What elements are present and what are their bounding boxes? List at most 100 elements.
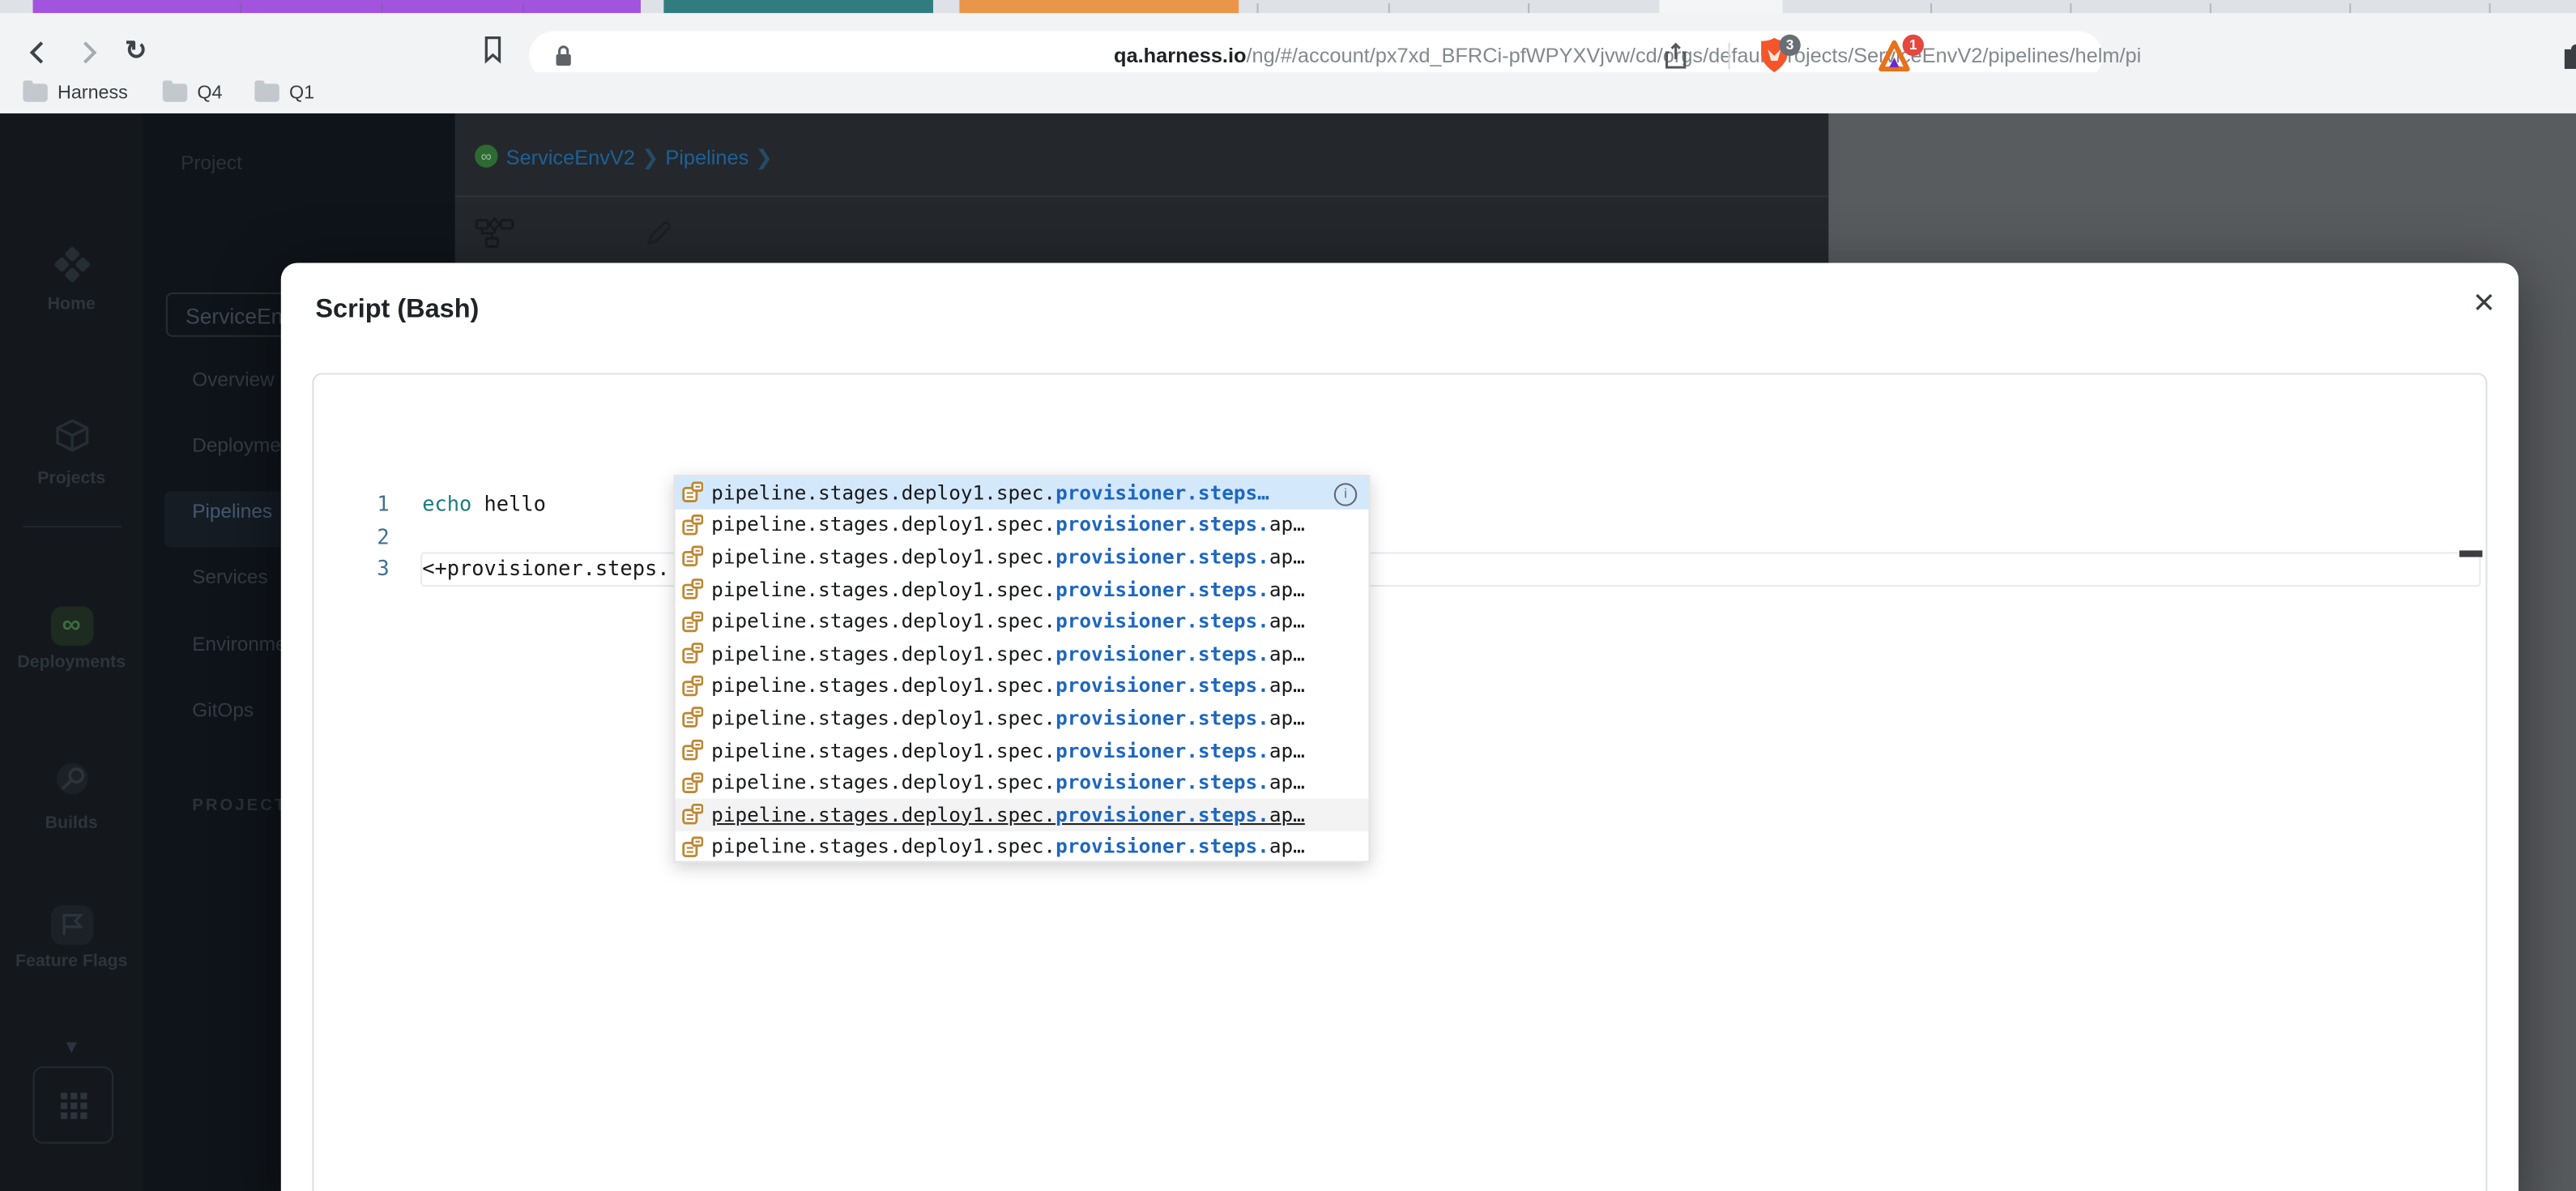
suggestion-info-icon[interactable]: i <box>1333 483 1358 506</box>
back-icon[interactable] <box>23 38 53 68</box>
line-number: 2 <box>377 523 390 549</box>
suggestion-item[interactable]: pipeline.stages.deploy1.spec.provisioner… <box>676 573 1369 605</box>
code-token: hello <box>471 491 546 516</box>
reload-icon[interactable]: ↻ <box>125 35 147 68</box>
sidebar-more-chevron[interactable]: ▾ <box>0 1034 143 1060</box>
scrollbar-cursor-marker <box>2459 550 2483 557</box>
tab-group-purple[interactable] <box>32 0 641 14</box>
line-number: 1 <box>377 491 390 516</box>
suggestion-item-selected[interactable]: pipeline.stages.deploy1.spec.provisioner… <box>675 476 1369 509</box>
suggestion-item[interactable]: pipeline.stages.deploy1.spec.provisioner… <box>676 638 1369 670</box>
cd-module-icon: ∞ <box>475 144 498 168</box>
url-path: /ng/#/account/px7xd_BFRCi-pfWPYXVjvw/cd/… <box>1246 44 2141 68</box>
nav-item-pipelines[interactable]: Pipelines <box>192 500 272 523</box>
module-sidebar: Home Projects ∞ Deployments Builds Featu… <box>0 113 143 1191</box>
bookmark-q4[interactable]: Q4 <box>162 77 223 109</box>
sidebar-item-label: Home <box>47 294 96 314</box>
sidebar-item-home[interactable]: Home <box>0 245 143 314</box>
bookmark-label: Harness <box>57 83 128 103</box>
folder-icon <box>162 80 188 102</box>
sidebar-item-label: Builds <box>45 813 98 834</box>
suggestion-item[interactable]: pipeline.stages.deploy1.spec.provisioner… <box>676 509 1369 541</box>
snippet-field-icon <box>682 514 703 536</box>
suggestion-item[interactable]: pipeline.stages.deploy1.spec.provisioner… <box>676 734 1369 766</box>
code-token: <+provisioner.steps. <box>422 555 670 580</box>
breadcrumb: ServiceEnvV2 ❯ Pipelines ❯ <box>506 144 779 169</box>
feature-flags-icon <box>49 905 93 946</box>
suggestion-item[interactable]: pipeline.stages.deploy1.spec.provisioner… <box>676 670 1369 702</box>
suggestion-item-hovered[interactable]: pipeline.stages.deploy1.spec.provisioner… <box>675 798 1369 831</box>
pipeline-graph-icon <box>475 216 514 248</box>
modal-close-icon[interactable]: ✕ <box>2463 283 2506 326</box>
extension-badge: 1 <box>1902 34 1924 56</box>
sidebar-item-projects[interactable]: Projects <box>0 417 143 488</box>
snippet-field-icon <box>682 546 703 567</box>
bookmark-q1[interactable]: Q1 <box>254 77 314 109</box>
bookmarks-bar: Harness Q4 Q1 <box>0 72 2576 113</box>
edit-pencil-icon[interactable] <box>644 219 674 249</box>
waffle-grid-icon <box>60 1091 87 1119</box>
nav-item-overview[interactable]: Overview <box>192 368 274 391</box>
breadcrumb-sep: ❯ <box>642 146 659 169</box>
line-number: 3 <box>377 555 390 580</box>
url-divider <box>1728 42 1730 70</box>
suggestion-dropdown: pipeline.stages.deploy1.spec.provisioner… <box>673 475 1371 863</box>
header-divider <box>454 195 1829 198</box>
tab-group-orange[interactable] <box>959 0 1239 14</box>
snippet-field-icon <box>682 707 703 728</box>
share-icon[interactable] <box>1662 41 1688 71</box>
modal-title: Script (Bash) <box>315 296 480 324</box>
home-icon <box>0 245 143 284</box>
snippet-field-icon <box>682 578 703 600</box>
tab-group-teal[interactable] <box>663 0 933 14</box>
active-tab[interactable] <box>1659 0 1783 14</box>
sidebar-item-feature-flags[interactable]: Feature Flags <box>0 905 143 971</box>
suggestion-item[interactable]: pipeline.stages.deploy1.spec.provisioner… <box>676 766 1369 799</box>
snippet-field-icon <box>682 611 703 632</box>
screen: ↻ qa.harness.io/ng/#/account/px7xd_BFRCi… <box>0 0 2576 1191</box>
nav-item-gitops[interactable]: GitOps <box>192 698 254 721</box>
snippet-field-icon <box>682 804 703 825</box>
snippet-field-icon <box>682 675 703 696</box>
breadcrumb-sep: ❯ <box>755 146 773 169</box>
builds-icon <box>55 763 87 795</box>
sidebar-divider <box>23 525 122 528</box>
module-switcher-button[interactable] <box>32 1066 113 1144</box>
bookmark-label: Q4 <box>197 83 223 103</box>
breadcrumb-project[interactable]: ServiceEnvV2 <box>506 147 635 169</box>
project-label: Project <box>181 151 242 174</box>
project-section-label: PROJECT <box>192 796 288 815</box>
cube-icon <box>55 419 88 452</box>
keyword-token: echo <box>422 491 472 516</box>
browser-toolbar: ↻ qa.harness.io/ng/#/account/px7xd_BFRCi… <box>0 13 2576 81</box>
nav-item-services[interactable]: Services <box>192 566 267 588</box>
suggestion-item[interactable]: pipeline.stages.deploy1.spec.provisioner… <box>676 702 1369 734</box>
suggestion-item[interactable]: pipeline.stages.deploy1.spec.provisioner… <box>676 830 1369 863</box>
url-domain: qa.harness.io <box>1114 44 1247 68</box>
folder-icon <box>254 80 279 102</box>
script-modal: Script (Bash) ✕ 1 2 3 echo hello <+provi… <box>280 263 2519 1191</box>
lock-icon <box>556 45 571 66</box>
extensions-puzzle-icon[interactable] <box>2560 36 2576 70</box>
deployments-icon: ∞ <box>49 606 93 647</box>
code-line-1[interactable]: echo hello <box>422 488 546 520</box>
folder-icon <box>23 80 48 102</box>
sidebar-item-builds[interactable]: Builds <box>0 759 143 833</box>
bookmark-icon[interactable] <box>478 35 508 65</box>
snippet-field-icon <box>682 482 703 503</box>
script-editor[interactable]: 1 2 3 echo hello <+provisioner.steps. <box>312 373 2488 1191</box>
shield-badge: 3 <box>1779 34 1801 56</box>
snippet-field-icon <box>682 836 703 857</box>
sidebar-item-label: Feature Flags <box>15 951 128 971</box>
sidebar-item-deployments[interactable]: ∞ Deployments <box>0 606 143 672</box>
snippet-field-icon <box>682 643 703 664</box>
bookmark-harness[interactable]: Harness <box>23 77 128 109</box>
sidebar-item-label: Projects <box>37 468 106 489</box>
browser-tab-strip[interactable] <box>0 0 2576 14</box>
code-line-3[interactable]: <+provisioner.steps. <box>422 552 669 584</box>
forward-icon[interactable] <box>74 38 104 68</box>
suggestion-item[interactable]: pipeline.stages.deploy1.spec.provisioner… <box>676 541 1369 574</box>
breadcrumb-pipelines[interactable]: Pipelines <box>665 147 748 169</box>
suggestion-item[interactable]: pipeline.stages.deploy1.spec.provisioner… <box>676 605 1369 638</box>
snippet-field-icon <box>682 771 703 792</box>
